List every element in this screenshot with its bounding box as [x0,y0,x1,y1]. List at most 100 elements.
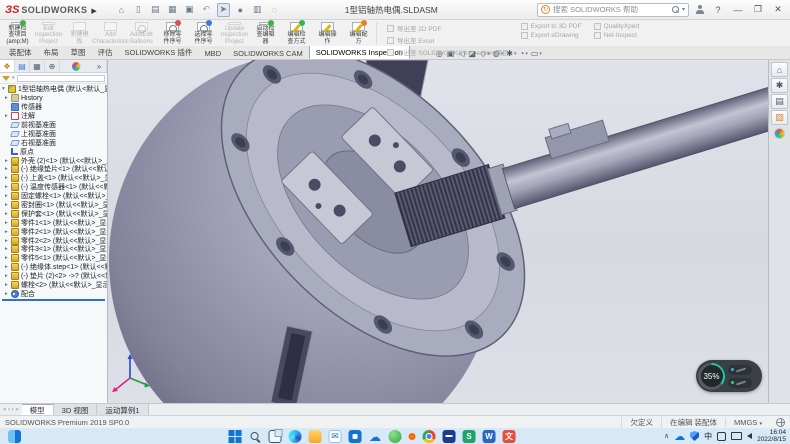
ribbon-button[interactable]: 编辑配 方 [343,21,374,45]
login-account-icon[interactable] [695,5,705,15]
headsup-tool-icon[interactable]: ▭ ▾ [531,49,542,58]
qat-button-icon[interactable]: ▯ [132,3,145,17]
menu-expand-icon[interactable]: ▶ [91,7,96,15]
qat-button-icon[interactable]: ◌ [268,3,281,17]
ribbon-button[interactable]: 新建模 板 [64,21,95,45]
tree-item[interactable]: ▸ 注解 [0,112,107,121]
taskbar-app-icon[interactable] [249,430,262,443]
ribbon-button[interactable]: 启动检 查编辑 器 [250,21,281,45]
ribbon-tab[interactable]: 评估 [92,45,119,59]
filter-funnel-icon[interactable] [2,76,10,81]
document-tab[interactable]: 模型 [22,404,54,415]
qat-button-icon[interactable]: ➤ [217,3,230,17]
featuremanager-tab-icon[interactable]: ● [72,62,81,71]
featuremanager-tab-icon[interactable]: ⊕ [45,60,60,72]
export-menu-item[interactable]: 导出至 2D PDF [387,23,509,33]
close-button[interactable]: ✕ [771,4,785,15]
task-pane-tab-icon[interactable]: ⌂ [771,62,788,77]
task-pane-tab-icon[interactable]: ✱ [771,78,788,93]
restore-button[interactable]: ❐ [751,4,765,15]
task-pane-tab-icon[interactable]: ▤ [771,94,788,109]
featuremanager-tab-icon[interactable]: » [92,60,107,72]
tree-item[interactable]: ▸ 外壳 (2)<1> (默认<<默认>_显示状 [0,156,107,165]
export-menu-item[interactable]: 导出至 Excel [387,35,509,45]
tree-item[interactable]: ▸ 保护套<1> (默认<<默认>_显示状 [0,209,107,218]
tray-icon[interactable] [717,432,726,441]
tree-item[interactable]: ▸ 零件2<2> (默认<<默认>_显示状 [0,236,107,245]
document-tab[interactable]: 3D 视图 [54,404,98,415]
tree-item[interactable]: ▸ 配合 [0,289,107,298]
mouse-battery-widget[interactable]: 35% [696,360,762,392]
ribbon-button[interactable]: Add/Edit Balloons [126,21,157,45]
tree-item[interactable]: ▸ (-) 绝缘垫片<1> (默认<<默认>_显 [0,165,107,174]
export-menu-item[interactable]: 导出至 SOLIDWORKS Inspection 项目 [387,47,509,57]
ribbon-tab[interactable]: 草图 [65,45,92,59]
filter-caret-icon[interactable]: ▾ [12,75,15,81]
taskbar-app-icon[interactable]: W [483,430,496,443]
help-button[interactable]: ? [711,5,725,15]
ribbon-button[interactable]: 移除零 件序号 [157,21,188,45]
ribbon-button[interactable]: 编辑检 查方式 [281,21,312,45]
ribbon-button[interactable]: 新建检 查项目 (amp;M) [2,21,33,45]
qat-button-icon[interactable]: ▤ [149,3,162,17]
export-menu-item[interactable]: QualityXpert [594,23,640,30]
taskbar-app-icon[interactable] [229,430,242,443]
taskbar-app-icon[interactable]: ☁ [369,430,382,443]
tree-item[interactable]: ▸ (-) 垫片 (2)<2> ->? (默认<<默认 [0,272,107,281]
widgets-icon[interactable] [8,430,21,443]
tab-scroll-arrows[interactable]: « ‹ › » [0,404,22,415]
tree-item[interactable]: ▸ 密封圈<1> (默认<<默认>_显示状 [0,201,107,210]
tray-icon[interactable]: ∧ [664,432,669,440]
tray-icon[interactable] [731,432,742,440]
ribbon-button[interactable]: Edit Inspection Project [33,21,64,45]
taskbar-clock[interactable]: 16:04 2022/8/15 [757,429,786,444]
tray-icon[interactable]: 中 [704,431,712,442]
export-menu-item[interactable]: Export eDrawing [521,32,582,39]
tree-item[interactable]: ▸ 固定螺栓<1> (默认<<默认>_显示 [0,192,107,201]
widget-button-bottom[interactable] [728,378,752,388]
task-pane-tab-icon[interactable]: ▧ [771,110,788,125]
taskbar-app-icon[interactable] [409,433,416,440]
featuremanager-tab-icon[interactable]: ▦ [30,60,45,72]
tree-item[interactable]: ▸ 零件2<1> (默认<<默认>_显示状 [0,227,107,236]
ribbon-button[interactable]: 编辑操 作 [312,21,343,45]
export-menu-item[interactable]: Net-Inspect [594,32,640,39]
tree-item[interactable]: 前视基准面 [0,121,107,130]
taskbar-app-icon[interactable]: ✉ [329,430,342,443]
tree-item[interactable]: ▸ (-) 温度传感器<1> (默认<<默认>_ [0,183,107,192]
search-caret-icon[interactable]: ▾ [682,6,685,13]
ribbon-tab[interactable]: SOLIDWORKS 插件 [119,45,199,59]
export-menu-item[interactable]: Export to 3D PDF [521,23,582,30]
taskbar-app-icon[interactable] [349,430,362,443]
qat-button-icon[interactable]: ⌂ [115,3,128,17]
widget-button-top[interactable] [728,365,752,375]
qat-button-icon[interactable]: ▦ [166,3,179,17]
dropdown-caret-icon[interactable]: ▾ [514,51,517,57]
search-icon[interactable] [672,6,679,13]
taskbar-app-icon[interactable] [423,430,436,443]
ribbon-tab[interactable]: MBD [198,47,227,59]
ribbon-button[interactable]: Add Characteristic [95,21,126,45]
headsup-tool-icon[interactable]: ◔ ▾ [519,49,527,58]
taskbar-app-icon[interactable] [389,430,402,443]
document-tab[interactable]: 运动算例1 [97,404,148,415]
taskbar-app-icon[interactable]: S [463,430,476,443]
qat-button-icon[interactable]: ↶ [200,3,213,17]
tree-item[interactable]: 右视基准面 [0,138,107,147]
tree-item[interactable]: ▸ 零件5<1> (默认<<默认>_显示状 [0,254,107,263]
tray-icon[interactable] [690,431,699,441]
graphics-viewport[interactable]: 35% [108,60,768,403]
units-selector[interactable]: MMGS ▾ [725,418,770,427]
search-input[interactable]: ↻ 搜索 SOLIDWORKS 帮助 ▾ [537,3,689,17]
ribbon-tab[interactable]: 布局 [38,45,65,59]
tree-item[interactable]: ▸ 螺栓<2> (默认<<默认>_显示状态 [0,281,107,290]
tree-item[interactable]: 原点 [0,147,107,156]
tray-icon[interactable] [747,433,752,439]
tray-icon[interactable]: ☁ [674,430,685,443]
tree-item[interactable]: ▸ 零件3<1> (默认<<默认>_显示状 [0,245,107,254]
task-pane-tab-icon[interactable]: ● [774,128,785,139]
filter-input[interactable] [17,75,105,82]
model-3d[interactable] [108,60,768,403]
tree-item[interactable]: ▸ (-) 上盖<1> (默认<<默认>_显示状 [0,174,107,183]
taskbar-app-icon[interactable] [309,430,322,443]
